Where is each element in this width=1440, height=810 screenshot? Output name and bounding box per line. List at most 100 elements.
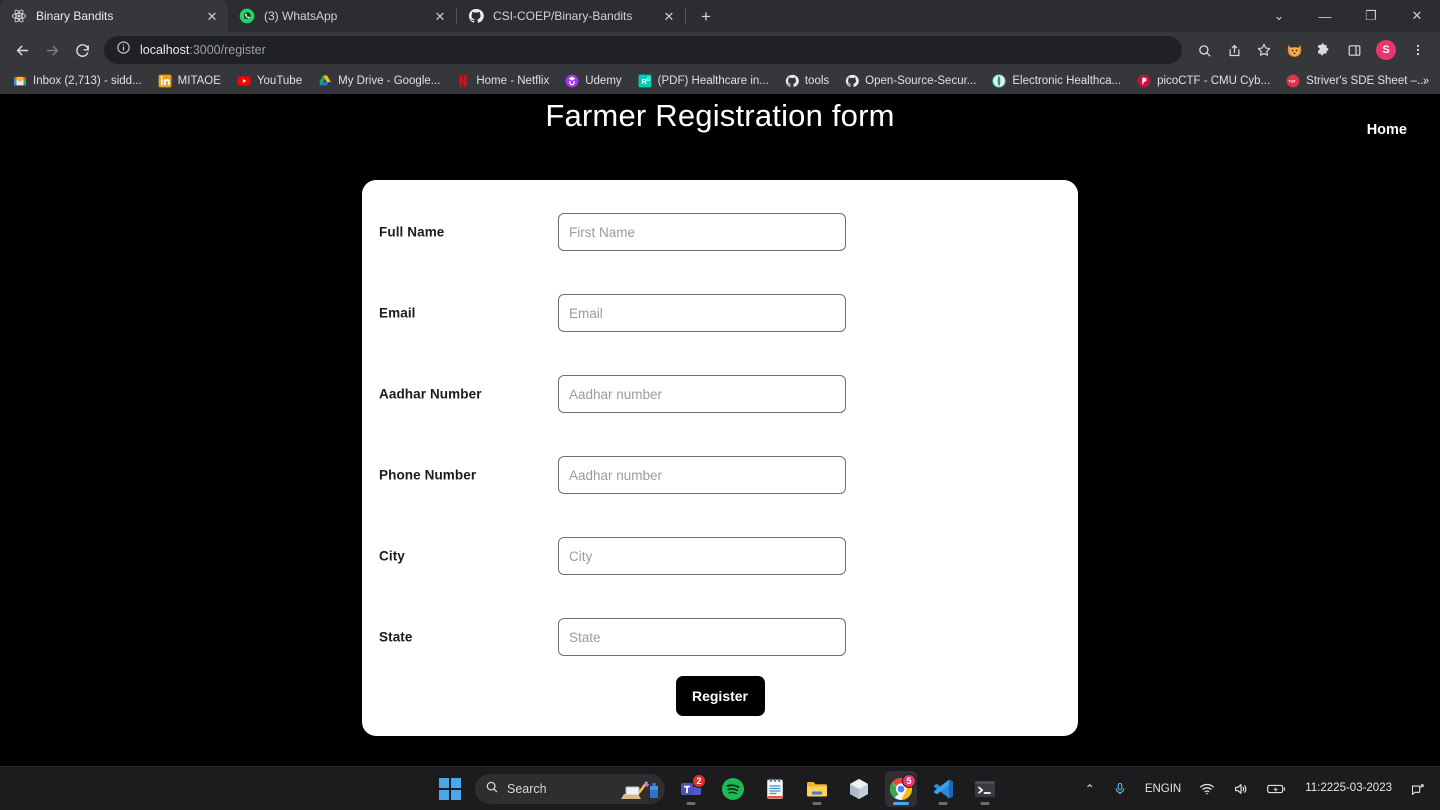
form-field-phone-number: Phone Number Aadhar number [362, 456, 1078, 494]
info-circle-icon[interactable] [116, 40, 131, 60]
sciencedirect-icon [992, 74, 1007, 88]
register-button[interactable]: Register [675, 676, 765, 716]
maximize-button[interactable]: ❐ [1348, 0, 1394, 32]
fox-extension-icon[interactable] [1280, 36, 1308, 64]
bookmark-label: Electronic Healthca... [1012, 75, 1122, 87]
speaker-icon[interactable] [1226, 771, 1256, 807]
running-indicator [938, 802, 948, 805]
reload-button[interactable] [68, 36, 96, 64]
phone-number-input[interactable]: Aadhar number [558, 456, 846, 494]
close-tab-icon[interactable]: ✕ [432, 8, 448, 24]
github-icon [845, 74, 859, 88]
microphone-icon[interactable] [1106, 771, 1134, 807]
bookmark-item[interactable]: YouTube [230, 72, 309, 90]
svg-text:TUF: TUF [1288, 79, 1296, 83]
search-icon[interactable] [1190, 36, 1218, 64]
search-placeholder: Search [507, 782, 547, 796]
start-windows-icon[interactable] [439, 778, 461, 800]
bookmark-label: Home - Netflix [476, 75, 550, 87]
bookmark-label: Open-Source-Secur... [865, 75, 977, 87]
three-dots-menu-icon[interactable] [1404, 36, 1432, 64]
bookmark-item[interactable]: My Drive - Google... [311, 72, 447, 90]
bookmark-label: My Drive - Google... [338, 75, 441, 87]
close-window-button[interactable]: ✕ [1394, 0, 1440, 32]
running-indicator [893, 802, 909, 805]
google-drive-icon [318, 74, 332, 88]
browser-tab-0[interactable]: Binary Bandits ✕ [0, 0, 228, 32]
avatar[interactable]: S [1376, 40, 1396, 60]
state-input[interactable]: State [558, 618, 846, 656]
bookmark-item[interactable]: Open-Source-Secur... [838, 72, 983, 90]
takeuforward-icon: TUF [1286, 74, 1300, 88]
linkedin-icon [158, 74, 172, 88]
field-label: Email [379, 305, 416, 321]
city-input[interactable]: City [558, 537, 846, 575]
back-button[interactable] [8, 36, 36, 64]
input-placeholder: Aadhar number [569, 467, 663, 483]
language-indicator[interactable]: ENG IN [1138, 771, 1188, 807]
browser-tab-2[interactable]: CSI-COEP/Binary-Bandits ✕ [457, 0, 685, 32]
bookmark-item[interactable]: picoCTF - CMU Cyb... [1130, 72, 1277, 90]
close-tab-icon[interactable]: ✕ [661, 8, 677, 24]
share-icon[interactable] [1220, 36, 1248, 64]
tab-search-icon[interactable]: ⌄ [1256, 0, 1302, 32]
email-input[interactable]: Email [558, 294, 846, 332]
window-controls: ⌄ — ❐ ✕ [1256, 0, 1440, 32]
tab-divider [685, 8, 686, 24]
browser-tab-1[interactable]: (3) WhatsApp ✕ [228, 0, 456, 32]
bookmark-item[interactable]: tools [778, 72, 836, 90]
browser-toolbar: localhost:3000/register S [0, 32, 1440, 68]
search-input[interactable]: Search [475, 774, 665, 804]
nav-link-home[interactable]: Home [1367, 122, 1407, 138]
clock-date: 25-03-2023 [1333, 782, 1392, 795]
full-name-input[interactable]: First Name [558, 213, 846, 251]
bookmark-item[interactable]: RG (PDF) Healthcare in... [631, 72, 776, 90]
vs-code-icon[interactable] [927, 771, 959, 807]
bookmark-star-icon[interactable] [1250, 36, 1278, 64]
clock-time: 11:22 [1305, 782, 1334, 795]
language-line-1: ENG [1144, 782, 1170, 795]
magnifier-icon [485, 780, 499, 799]
forward-button[interactable] [38, 36, 66, 64]
new-tab-button[interactable]: + [692, 2, 720, 30]
close-tab-icon[interactable]: ✕ [204, 8, 220, 24]
file-explorer-icon[interactable] [801, 771, 833, 807]
submit-row: Register [362, 676, 1078, 716]
address-bar[interactable]: localhost:3000/register [104, 36, 1182, 64]
virtualbox-icon[interactable] [843, 771, 875, 807]
extensions-puzzle-icon[interactable] [1310, 36, 1338, 64]
side-panel-icon[interactable] [1340, 36, 1368, 64]
bookmarks-overflow-button[interactable]: » [1416, 72, 1436, 90]
input-placeholder: Email [569, 305, 603, 321]
wifi-icon[interactable] [1192, 771, 1222, 807]
input-placeholder: First Name [569, 224, 636, 240]
notepad-icon[interactable] [759, 771, 791, 807]
bookmark-item[interactable]: Udemy [558, 72, 628, 90]
bookmark-item[interactable]: Electronic Healthca... [985, 72, 1128, 90]
google-chrome-icon[interactable]: 5 [885, 771, 917, 807]
github-icon [785, 74, 799, 88]
terminal-icon[interactable] [969, 771, 1001, 807]
microsoft-teams-icon[interactable]: 2 [675, 771, 707, 807]
bookmark-label: YouTube [256, 75, 303, 87]
bookmark-item[interactable]: Home - Netflix [449, 72, 556, 90]
clock[interactable]: 11:22 25-03-2023 [1298, 771, 1399, 807]
notification-bell-icon[interactable] [1403, 771, 1432, 807]
minimize-button[interactable]: — [1302, 0, 1348, 32]
taskbar-apps: Search 2 5 [439, 767, 1001, 810]
teams-badge: 2 [692, 774, 706, 788]
spotify-icon[interactable] [717, 771, 749, 807]
url-host: localhost [140, 43, 190, 57]
form-field-state: State State [362, 618, 1078, 656]
aadhar-number-input[interactable]: Aadhar number [558, 375, 846, 413]
bookmark-item[interactable]: TUF Striver's SDE Sheet –... [1279, 72, 1433, 90]
bookmark-item[interactable]: MITAOE [151, 72, 228, 90]
bookmark-label: tools [804, 75, 830, 87]
battery-charging-icon[interactable] [1260, 771, 1294, 807]
researchgate-icon: RG [638, 74, 652, 88]
input-placeholder: Aadhar number [569, 386, 663, 402]
bookmark-item[interactable]: Inbox (2,713) - sidd... [6, 72, 149, 90]
chrome-badge: 5 [902, 774, 916, 788]
whatsapp-icon [239, 8, 255, 24]
tray-overflow-chevron-up-icon[interactable]: ⌃ [1078, 771, 1102, 807]
